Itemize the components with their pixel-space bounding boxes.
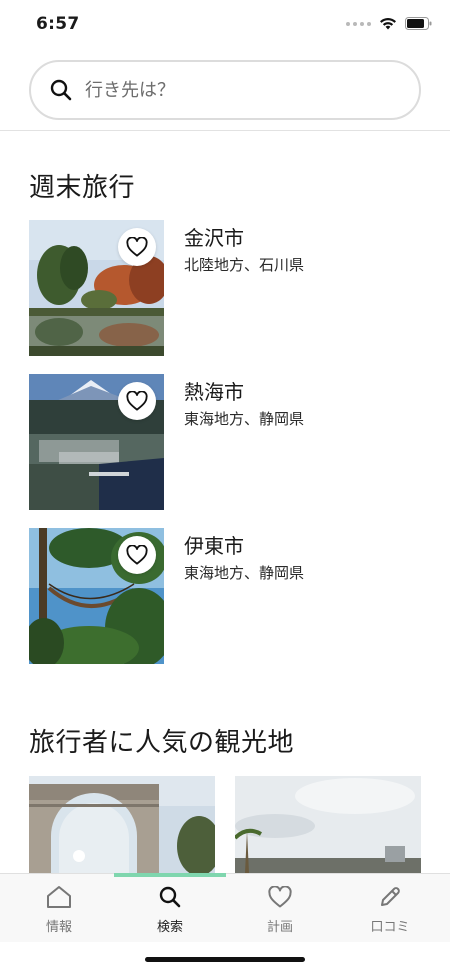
tab-label: 計画 [266,920,293,935]
heart-icon [126,391,148,411]
destination-region: 東海地方、静岡県 [184,564,305,582]
heart-icon [126,545,148,565]
destination-thumbnail [29,220,164,356]
weekend-section-title: 週末旅行 [29,173,136,203]
popular-card[interactable] [235,776,421,873]
header-divider [0,130,450,131]
cellular-signal-icon [346,21,371,26]
tab-reviews[interactable]: 口コミ [334,874,446,943]
status-bar: 6:57 [0,0,450,50]
favorite-button[interactable] [118,228,156,266]
heart-icon [267,884,293,910]
destination-thumbnail [29,528,164,664]
status-icons [346,17,432,30]
destination-region: 東海地方、静岡県 [184,410,305,428]
destination-item-kanazawa[interactable]: 金沢市 北陸地方、石川県 [29,220,421,356]
destination-region: 北陸地方、石川県 [184,256,305,274]
popular-card[interactable] [29,776,215,873]
tab-label: 検索 [156,920,183,935]
destination-name: 熱海市 [184,380,244,404]
popular-carousel[interactable] [29,776,450,873]
heart-icon [126,237,148,257]
bottom-tab-bar: 情報 検索 計画 口コミ [0,873,450,942]
destination-name: 金沢市 [184,226,244,250]
pencil-icon [377,884,403,910]
destination-item-ito[interactable]: 伊東市 東海地方、静岡県 [29,528,421,664]
battery-icon [405,17,432,30]
search-icon [157,884,183,910]
destination-item-atami[interactable]: 熱海市 東海地方、静岡県 [29,374,421,510]
status-time: 6:57 [36,14,80,34]
wifi-icon [380,18,396,30]
popular-section-title: 旅行者に人気の観光地 [29,728,295,758]
search-input[interactable] [85,79,375,101]
tab-plan[interactable]: 計画 [224,874,336,943]
tab-info[interactable]: 情報 [3,874,115,943]
search-icon [49,78,73,102]
destination-thumbnail [29,374,164,510]
home-icon [46,884,72,910]
search-bar[interactable] [29,60,421,120]
home-indicator [145,957,305,962]
destination-name: 伊東市 [184,534,244,558]
tab-label: 情報 [45,920,72,935]
tab-search[interactable]: 検索 [114,874,226,943]
tab-label: 口コミ [370,920,410,935]
favorite-button[interactable] [118,382,156,420]
favorite-button[interactable] [118,536,156,574]
